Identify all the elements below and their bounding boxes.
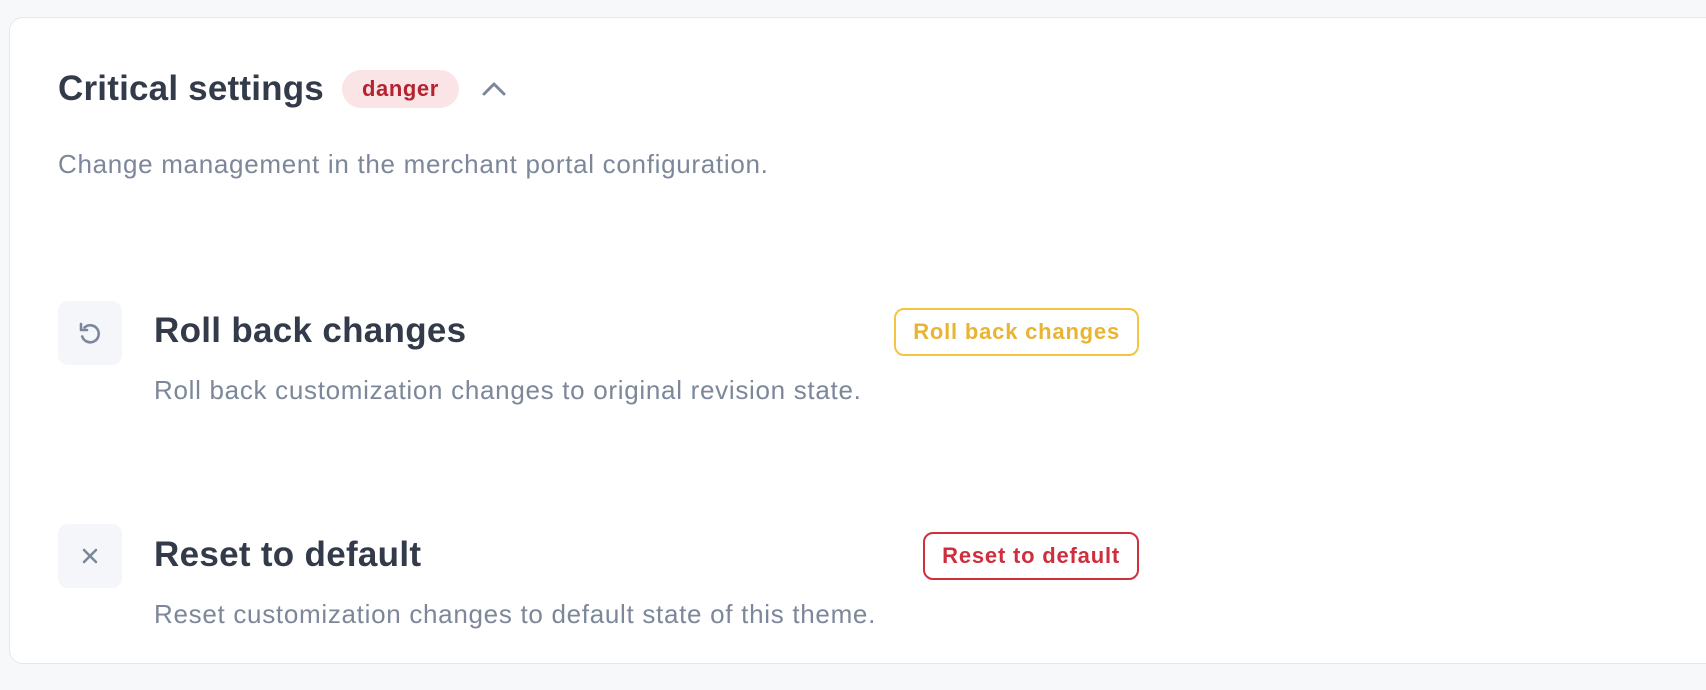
card-header: Critical settings danger: [58, 69, 509, 108]
critical-settings-card: Critical settings danger Change manageme…: [9, 17, 1706, 664]
card-description: Change management in the merchant portal…: [58, 149, 769, 179]
card-title: Critical settings: [58, 69, 324, 108]
chevron-up-icon[interactable]: [479, 74, 509, 104]
rollback-description: Roll back customization changes to origi…: [154, 375, 862, 405]
reset-description: Reset customization changes to default s…: [154, 599, 877, 629]
danger-badge: danger: [341, 70, 459, 108]
reset-to-default-button[interactable]: Reset to default: [923, 532, 1139, 580]
reset-title: Reset to default: [154, 535, 422, 574]
rollback-title: Roll back changes: [154, 311, 467, 350]
rollback-button[interactable]: Roll back changes: [894, 308, 1139, 356]
close-icon: [58, 524, 122, 588]
undo-icon: [58, 301, 122, 365]
